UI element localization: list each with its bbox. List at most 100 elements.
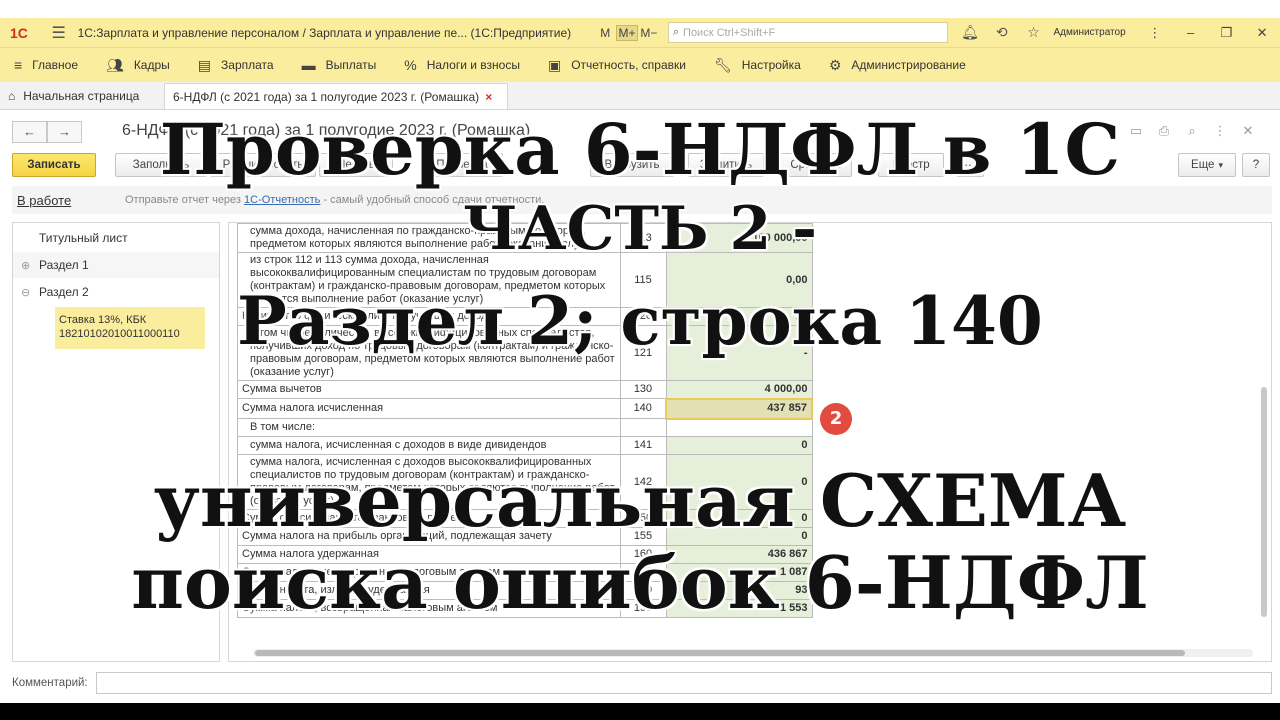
expand-icon[interactable]: ⊕ <box>21 259 39 272</box>
row-label: сумма налога, исчисленная с доходов высо… <box>237 454 621 510</box>
save-icon[interactable]: ▭ <box>1122 123 1150 139</box>
tree-item-title-page[interactable]: Титульный лист <box>13 225 219 251</box>
table-row: Сумма налога, излишне удержанная 180 93 <box>237 581 813 600</box>
protect-button[interactable]: Защитить <box>688 153 764 177</box>
bell-icon[interactable]: 🔔︎ <box>954 24 986 41</box>
menu-item-label: Выплаты <box>325 58 377 72</box>
fill-button[interactable]: Заполнить <box>115 153 207 177</box>
user-name[interactable]: Администратор <box>1053 27 1136 38</box>
menu-item-payments[interactable]: ▬ Выплаты <box>302 57 377 73</box>
more-label: Еще <box>1191 159 1215 171</box>
global-search-input[interactable]: ⌕ Поиск Ctrl+Shift+F <box>667 22 949 43</box>
tree-item-section-1[interactable]: ⊕ Раздел 1 <box>13 252 219 278</box>
menu-item-salary[interactable]: ▤ Зарплата <box>198 57 274 74</box>
close-form-icon[interactable]: ✕ <box>1234 123 1262 139</box>
form-header-icons: ▭ ⎙ ⌕ ⋮ ✕ <box>1122 123 1262 139</box>
extra-button[interactable]: ⋯ <box>956 153 984 177</box>
row-value[interactable]: 0 <box>665 436 813 455</box>
minimize-icon[interactable]: – <box>1173 25 1209 40</box>
scroll-thumb[interactable] <box>255 650 1185 656</box>
table-row: Сумма налога на прибыль организаций, под… <box>237 527 813 546</box>
tree-item-label: Раздел 1 <box>39 258 89 272</box>
tree-item-rate-13[interactable]: Ставка 13%, КБК 18210102010011000110 <box>55 307 205 349</box>
tab-home-label: Начальная страница <box>23 89 140 103</box>
memory-minus-button[interactable]: M− <box>638 26 660 40</box>
row-value[interactable]: - <box>665 325 813 381</box>
restore-icon[interactable]: ❐ <box>1208 25 1244 41</box>
row-label: Сумма фиксированного авансового платежа <box>237 509 621 528</box>
row-value[interactable]: 4 000,00 <box>665 380 813 399</box>
row-value[interactable]: 1 553 <box>665 599 813 618</box>
row-value[interactable]: 14 <box>665 307 813 326</box>
row-value[interactable]: 0,00 <box>665 252 813 308</box>
wrench-icon: 🔧︎ <box>713 56 732 73</box>
help-button[interactable]: ? <box>1242 153 1270 177</box>
row-code: 190 <box>619 599 667 618</box>
menu-item-taxes[interactable]: % Налоги и взносы <box>404 57 520 73</box>
row-value[interactable]: 100 000,00 <box>665 223 813 253</box>
menu-item-main[interactable]: ≡ Главное <box>14 57 78 73</box>
menu-item-label: Кадры <box>133 58 170 72</box>
tab-close-icon[interactable]: × <box>485 90 492 104</box>
registry-button[interactable]: Реестр <box>878 153 944 177</box>
table-row: В том числе: <box>237 418 813 437</box>
menu-item-admin[interactable]: ⚙ Администрирование <box>829 57 966 74</box>
history-icon[interactable]: ⟲ <box>986 24 1018 41</box>
main-menu-icon[interactable]: ☰ <box>44 23 74 43</box>
hamburger-icon: ≡ <box>14 57 23 73</box>
decode-button[interactable]: Расшифровать <box>210 153 316 177</box>
print-icon[interactable]: ⎙ <box>1150 123 1178 139</box>
gear-icon: ⚙ <box>828 56 842 73</box>
memory-plus-button[interactable]: M+ <box>616 24 638 41</box>
preview-icon[interactable]: ⌕ <box>1178 123 1206 139</box>
row-code: 180 <box>619 581 667 600</box>
row-value[interactable]: 0 <box>665 527 813 546</box>
table-row: сумма налога, исчисленная с доходов высо… <box>237 454 813 510</box>
section-menu: ≡ Главное 👥︎ Кадры ▤ Зарплата ▬ Выплаты % Нал… <box>0 47 1280 82</box>
check-button[interactable]: Проверка <box>421 153 503 177</box>
form-title: 6-НДФЛ (с 2021 года) за 1 полугодие 2023… <box>122 122 531 139</box>
close-icon[interactable]: ✕ <box>1244 25 1280 41</box>
tab-home[interactable]: ⌂ Начальная страница <box>0 83 158 109</box>
horizontal-scrollbar[interactable] <box>253 649 1253 657</box>
row-value[interactable]: 1 087 <box>665 563 813 582</box>
row-label: Сумма налога, не удержанная налоговым аг… <box>237 563 621 582</box>
collapse-icon[interactable]: ⊖ <box>21 286 39 299</box>
table-row: Сумма налога исчисленная 140 437 857 <box>237 397 813 420</box>
forward-arrow-icon[interactable]: → <box>47 121 82 143</box>
menu-item-settings[interactable]: 🔧︎ Настройка <box>714 57 801 74</box>
status-row: В работе Отправьте отчет через 1С-Отчетн… <box>12 186 1272 214</box>
star-icon[interactable]: ☆ <box>1018 24 1050 41</box>
comment-input[interactable] <box>96 672 1272 694</box>
row-value[interactable]: 436 867 <box>665 545 813 564</box>
upload-button[interactable]: Выгрузить <box>590 153 674 177</box>
save-button[interactable]: Записать <box>12 153 96 177</box>
row-code: 141 <box>619 436 667 455</box>
row-label: сумма налога, исчисленная с доходов в ви… <box>237 436 621 455</box>
row-value[interactable]: 0 <box>665 454 813 510</box>
row-label: Сумма налога на прибыль организаций, под… <box>237 527 621 546</box>
status-link[interactable]: В работе <box>17 193 125 208</box>
compare-button[interactable]: Сравнить <box>780 153 852 177</box>
tree-item-section-2[interactable]: ⊖ Раздел 2 <box>13 279 219 305</box>
title-bar: 1С ☰ 1С:Зарплата и управление персоналом… <box>0 18 1280 47</box>
hint-link[interactable]: 1С-Отчетность <box>244 194 320 206</box>
menu-item-reports[interactable]: ▣ Отчетность, справки <box>548 57 686 74</box>
tab-report[interactable]: 6-НДФЛ (с 2021 года) за 1 полугодие 2023… <box>164 83 508 109</box>
menu-item-label: Отчетность, справки <box>571 58 686 72</box>
row-value[interactable]: 0 <box>665 509 813 528</box>
back-arrow-icon[interactable]: ← <box>12 121 47 143</box>
row-140-value[interactable]: 437 857 <box>665 397 813 420</box>
vertical-scrollbar[interactable] <box>1259 227 1269 657</box>
row-value <box>665 418 813 437</box>
row-value[interactable]: 93 <box>665 581 813 600</box>
more-button[interactable]: Еще ▾ <box>1178 153 1236 177</box>
menu-item-hr[interactable]: 👥︎ Кадры <box>106 57 170 74</box>
row-code: 150 <box>619 509 667 528</box>
memory-button[interactable]: M <box>594 26 616 40</box>
more-icon[interactable]: ⋮ <box>1206 123 1234 139</box>
print-button[interactable]: Печать <box>319 153 393 177</box>
step-marker: 2 <box>820 403 852 435</box>
more-icon[interactable]: ⋮ <box>1137 25 1173 41</box>
scroll-thumb[interactable] <box>1261 387 1267 617</box>
